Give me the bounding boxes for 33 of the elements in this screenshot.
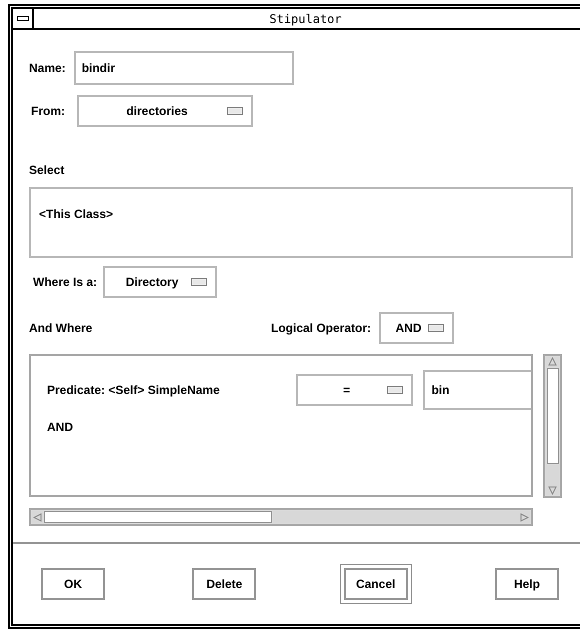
option-menu-icon	[428, 324, 444, 332]
where-is-a-label: Where Is a:	[33, 274, 98, 291]
vertical-scrollbar[interactable]	[543, 354, 562, 498]
horizontal-scrollbar[interactable]	[29, 508, 533, 526]
logical-operator-label: Logical Operator:	[271, 320, 372, 337]
dialog-button[interactable]: Delete	[192, 568, 256, 600]
and-where-label: And Where	[29, 320, 94, 337]
scroll-right-icon	[520, 512, 529, 522]
select-list-item[interactable]: <This Class>	[39, 205, 571, 223]
where-is-a-dropdown[interactable]: Directory	[103, 266, 218, 298]
select-label: Select	[29, 162, 66, 179]
scroll-left-icon	[33, 512, 42, 522]
predicate-label: Predicate: <Self> SimpleName	[47, 382, 221, 399]
connector-label: AND	[47, 419, 74, 436]
scrollbar-thumb[interactable]	[546, 368, 558, 464]
from-dropdown[interactable]: directories	[77, 95, 253, 127]
scrollbar-thumb[interactable]	[44, 511, 272, 523]
window-menu-icon	[16, 16, 28, 21]
name-label: Name:	[29, 60, 66, 77]
operator-dropdown[interactable]: =	[296, 374, 414, 406]
dialog-button[interactable]: Cancel	[344, 568, 408, 600]
option-menu-icon	[191, 278, 208, 286]
option-menu-icon	[227, 107, 243, 115]
predicate-value-field[interactable]: bin	[423, 370, 532, 410]
window-title: Stipulator	[268, 11, 343, 28]
dialog-button[interactable]: OK	[41, 568, 105, 600]
scroll-up-icon	[548, 357, 557, 366]
scroll-down-icon	[548, 486, 557, 495]
logical-operator-dropdown[interactable]: AND	[379, 312, 454, 344]
option-menu-icon	[387, 386, 404, 394]
from-label: From:	[31, 103, 65, 120]
dialog-button[interactable]: Help	[494, 568, 559, 600]
name-field[interactable]: bindir	[74, 51, 294, 85]
